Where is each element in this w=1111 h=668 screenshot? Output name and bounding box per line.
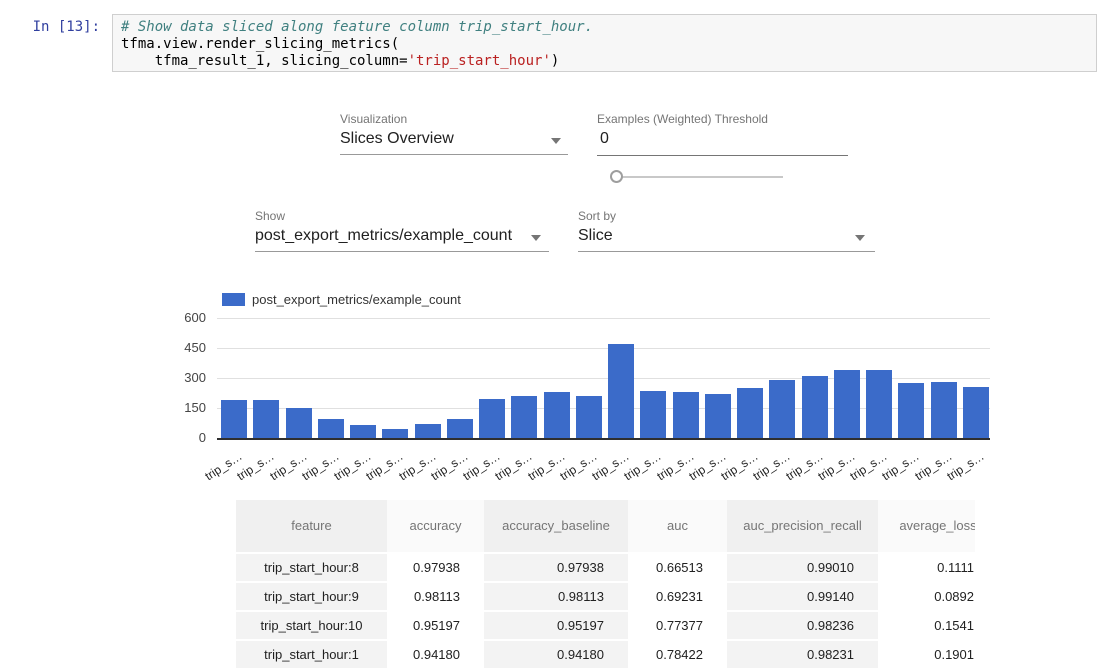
visualization-select[interactable]: Slices Overview: [340, 130, 454, 148]
chevron-down-icon[interactable]: [531, 235, 541, 241]
sort-underline: [578, 251, 875, 252]
bar[interactable]: [963, 387, 989, 438]
metric-cell: 0.94180: [484, 641, 628, 668]
bar[interactable]: [286, 408, 312, 438]
chevron-down-icon[interactable]: [551, 138, 561, 144]
x-axis-line: [217, 438, 990, 440]
bar[interactable]: [737, 388, 763, 438]
metric-cell: 0.98113: [484, 583, 628, 610]
gridline: [217, 318, 990, 319]
bar[interactable]: [221, 400, 247, 438]
code-comment-line: # Show data sliced along feature column …: [121, 19, 1088, 36]
bar[interactable]: [350, 425, 376, 438]
metric-cell: 0.97938: [484, 554, 628, 581]
legend-swatch: [222, 293, 245, 306]
metric-cell: 0.94180: [387, 641, 484, 668]
cell-prompt: In [13]:: [18, 19, 100, 36]
metric-cell: 0.77377: [628, 612, 727, 639]
bar[interactable]: [640, 391, 666, 438]
bar[interactable]: [705, 394, 731, 438]
y-axis-tick-label: 450: [160, 340, 206, 355]
metric-cell: 0.97938: [387, 554, 484, 581]
bar[interactable]: [673, 392, 699, 438]
metric-cell: 0.1901: [878, 641, 975, 668]
feature-cell: trip_start_hour:8: [236, 554, 387, 581]
bar[interactable]: [511, 396, 537, 438]
bar[interactable]: [479, 399, 505, 438]
table-row[interactable]: trip_start_hour:100.951970.951970.773770…: [236, 612, 975, 639]
metric-cell: 0.78422: [628, 641, 727, 668]
visualization-label: Visualization: [340, 112, 407, 126]
gridline: [217, 348, 990, 349]
table-header-cell[interactable]: auc: [628, 500, 727, 552]
table-header-cell[interactable]: accuracy_baseline: [484, 500, 628, 552]
chevron-down-icon[interactable]: [855, 235, 865, 241]
code-line-2: tfma.view.render_slicing_metrics(: [121, 36, 1088, 53]
metric-cell: 0.99140: [727, 583, 878, 610]
bar[interactable]: [318, 419, 344, 438]
code-line-3: tfma_result_1, slicing_column='trip_star…: [121, 53, 1088, 70]
metric-cell: 0.98236: [727, 612, 878, 639]
metric-cell: 0.99010: [727, 554, 878, 581]
bar[interactable]: [576, 396, 602, 438]
feature-cell: trip_start_hour:9: [236, 583, 387, 610]
show-label: Show: [255, 209, 285, 223]
legend-label: post_export_metrics/example_count: [252, 292, 461, 307]
metric-cell: 0.98231: [727, 641, 878, 668]
threshold-underline: [597, 155, 848, 156]
y-axis-tick-label: 150: [160, 400, 206, 415]
metric-cell: 0.98113: [387, 583, 484, 610]
metric-cell: 0.1541: [878, 612, 975, 639]
bar[interactable]: [802, 376, 828, 438]
metric-cell: 0.66513: [628, 554, 727, 581]
table-header-cell[interactable]: average_loss: [878, 500, 975, 552]
bar[interactable]: [382, 429, 408, 438]
bar[interactable]: [447, 419, 473, 438]
bar[interactable]: [898, 383, 924, 438]
metric-cell: 0.1111: [878, 554, 975, 581]
feature-cell: trip_start_hour:1: [236, 641, 387, 668]
show-underline: [255, 251, 549, 252]
table-header-cell[interactable]: feature: [236, 500, 387, 552]
table-header-cell[interactable]: auc_precision_recall: [727, 500, 878, 552]
sort-by-label: Sort by: [578, 209, 616, 223]
table-header-row: featureaccuracyaccuracy_baselineaucauc_p…: [236, 500, 975, 552]
bar[interactable]: [415, 424, 441, 438]
metric-cell: 0.95197: [387, 612, 484, 639]
y-axis-tick-label: 0: [160, 430, 206, 445]
table-row[interactable]: trip_start_hour:10.941800.941800.784220.…: [236, 641, 975, 668]
table-row[interactable]: trip_start_hour:80.979380.979380.665130.…: [236, 554, 975, 581]
feature-cell: trip_start_hour:10: [236, 612, 387, 639]
code-cell[interactable]: # Show data sliced along feature column …: [112, 14, 1097, 72]
metric-cell: 0.0892: [878, 583, 975, 610]
show-metric-select[interactable]: post_export_metrics/example_count: [255, 227, 512, 245]
bar[interactable]: [769, 380, 795, 438]
sort-by-select[interactable]: Slice: [578, 227, 613, 245]
metrics-table: featureaccuracyaccuracy_baselineaucauc_p…: [236, 500, 975, 668]
visualization-underline: [340, 154, 568, 155]
threshold-slider-track[interactable]: [612, 176, 783, 178]
table-row[interactable]: trip_start_hour:90.981130.981130.692310.…: [236, 583, 975, 610]
threshold-input[interactable]: 0: [600, 130, 609, 148]
bar[interactable]: [931, 382, 957, 438]
metric-cell: 0.95197: [484, 612, 628, 639]
bar[interactable]: [253, 400, 279, 438]
y-axis-tick-label: 600: [160, 310, 206, 325]
threshold-label: Examples (Weighted) Threshold: [597, 112, 768, 126]
threshold-slider-knob[interactable]: [610, 170, 623, 183]
bar[interactable]: [608, 344, 634, 438]
table-header-cell[interactable]: accuracy: [387, 500, 484, 552]
bar[interactable]: [834, 370, 860, 438]
bar[interactable]: [866, 370, 892, 438]
y-axis-tick-label: 300: [160, 370, 206, 385]
bar[interactable]: [544, 392, 570, 438]
notebook-output-page: In [13]: # Show data sliced along featur…: [0, 0, 1111, 668]
metric-cell: 0.69231: [628, 583, 727, 610]
